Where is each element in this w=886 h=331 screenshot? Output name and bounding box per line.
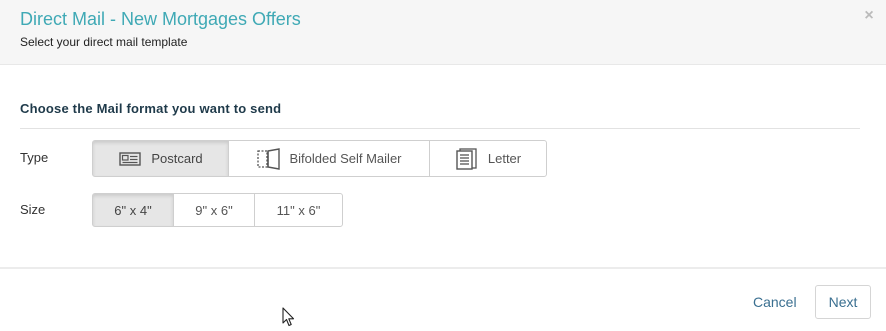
close-icon[interactable]: × bbox=[862, 8, 876, 24]
footer-divider bbox=[0, 267, 886, 269]
type-postcard-button[interactable]: Postcard bbox=[92, 140, 229, 177]
type-button-group: Postcard Bifolded Self Mailer Letter bbox=[92, 140, 547, 177]
letter-icon bbox=[455, 147, 479, 170]
dialog-subtitle: Select your direct mail template bbox=[20, 35, 188, 49]
type-postcard-label: Postcard bbox=[151, 151, 203, 166]
size-button-group: 6" x 4" 9" x 6" 11" x 6" bbox=[92, 193, 343, 227]
postcard-icon bbox=[118, 148, 142, 170]
section-divider bbox=[20, 128, 860, 129]
mouse-cursor-icon bbox=[282, 307, 296, 327]
dialog-title: Direct Mail - New Mortgages Offers bbox=[20, 9, 301, 29]
dialog-header: Direct Mail - New Mortgages Offers Selec… bbox=[0, 0, 886, 65]
type-letter-button[interactable]: Letter bbox=[429, 140, 547, 177]
type-letter-label: Letter bbox=[487, 151, 522, 166]
section-title: Choose the Mail format you want to send bbox=[20, 101, 282, 116]
size-11x6-button[interactable]: 11" x 6" bbox=[254, 193, 343, 227]
type-bifold-button[interactable]: Bifolded Self Mailer bbox=[228, 140, 430, 177]
cancel-button[interactable]: Cancel bbox=[753, 294, 797, 310]
next-button[interactable]: Next bbox=[815, 285, 871, 319]
size-6x4-button[interactable]: 6" x 4" bbox=[92, 193, 174, 227]
size-9x6-button[interactable]: 9" x 6" bbox=[173, 193, 255, 227]
type-label: Type bbox=[20, 150, 49, 165]
size-label: Size bbox=[20, 202, 46, 217]
type-bifold-label: Bifolded Self Mailer bbox=[289, 151, 402, 166]
bifold-icon bbox=[256, 147, 281, 170]
